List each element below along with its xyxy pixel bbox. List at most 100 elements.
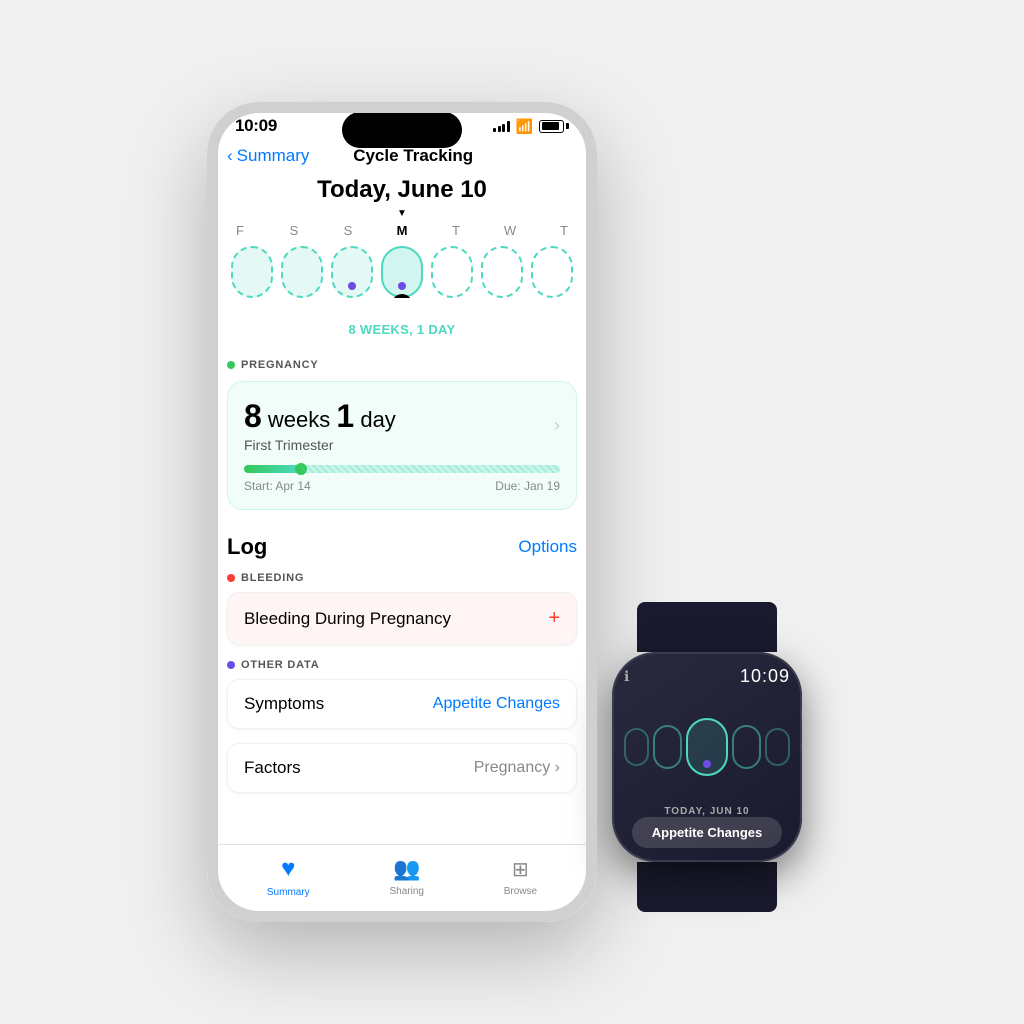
cycle-bubble-5[interactable] bbox=[481, 246, 523, 298]
watch-symptom-pill: Appetite Changes bbox=[632, 817, 781, 848]
heart-icon: ♥ bbox=[281, 855, 295, 883]
symptoms-value: Appetite Changes bbox=[433, 695, 560, 713]
battery-tip bbox=[566, 123, 569, 129]
log-header: Log Options bbox=[227, 534, 577, 560]
watch-cycle-area bbox=[624, 687, 790, 806]
pregnancy-start-date: Start: Apr 14 bbox=[244, 479, 311, 493]
iphone-inner: 10:09 📶 bbox=[207, 102, 597, 922]
watch-bubble-right2 bbox=[765, 728, 790, 766]
status-time: 10:09 bbox=[235, 116, 277, 136]
pregnancy-section: PREGNANCY 8 weeks 1 day First Trimester bbox=[207, 347, 597, 522]
watch-info-icon: ℹ bbox=[624, 668, 629, 685]
symptoms-row[interactable]: Symptoms Appetite Changes bbox=[227, 679, 577, 729]
cycle-bubble-6[interactable] bbox=[531, 246, 573, 298]
cycle-bubble-2[interactable] bbox=[331, 246, 373, 298]
battery-body bbox=[539, 120, 564, 133]
watch-crown bbox=[801, 707, 802, 735]
sharing-icon: 👥 bbox=[393, 856, 420, 882]
watch-time: 10:09 bbox=[740, 666, 790, 687]
pregnancy-progress-bar bbox=[244, 465, 560, 473]
back-button[interactable]: ‹ Summary bbox=[227, 146, 309, 166]
cycle-bubble-1[interactable] bbox=[281, 246, 323, 298]
home-indicator bbox=[207, 914, 597, 922]
nav-title: Cycle Tracking bbox=[309, 146, 517, 166]
weeks-unit: weeks bbox=[268, 407, 330, 432]
weekday-3-active: M bbox=[389, 223, 415, 238]
options-button[interactable]: Options bbox=[518, 537, 577, 557]
watch-bubble-center bbox=[686, 718, 728, 776]
symptoms-row-label: Symptoms bbox=[244, 694, 324, 714]
other-data-label-text: OTHER DATA bbox=[241, 659, 319, 671]
weekday-4: T bbox=[443, 223, 469, 238]
pregnancy-due-date: Due: Jan 19 bbox=[495, 479, 560, 493]
watch-band-bottom bbox=[637, 862, 777, 912]
back-label[interactable]: Summary bbox=[237, 146, 310, 166]
bleeding-row[interactable]: Bleeding During Pregnancy + bbox=[227, 592, 577, 645]
pregnancy-section-label: PREGNANCY bbox=[227, 359, 577, 371]
signal-bar-1 bbox=[493, 128, 496, 132]
watch-bubble-left1 bbox=[624, 728, 649, 766]
tab-sharing[interactable]: 👥 Sharing bbox=[389, 856, 423, 897]
apple-watch: ℹ 10:09 TODAY, JUN 10 Appetite Changes bbox=[597, 602, 817, 882]
weekday-2: S bbox=[335, 223, 361, 238]
weeks-number: 8 bbox=[244, 398, 262, 434]
pregnancy-header: 8 weeks 1 day First Trimester › bbox=[244, 398, 560, 453]
pregnancy-card[interactable]: 8 weeks 1 day First Trimester › bbox=[227, 381, 577, 510]
back-chevron-icon: ‹ bbox=[227, 146, 233, 166]
cycle-bubble-4[interactable] bbox=[431, 246, 473, 298]
weekday-row: F S S M T W T bbox=[227, 223, 577, 238]
tab-summary[interactable]: ♥ Summary bbox=[267, 855, 310, 898]
cycle-bubble-0[interactable] bbox=[231, 246, 273, 298]
bleeding-label-text: BLEEDING bbox=[241, 572, 304, 584]
watch-band-top bbox=[637, 602, 777, 652]
tab-summary-label: Summary bbox=[267, 887, 310, 898]
signal-bar-4 bbox=[507, 121, 510, 132]
weeks-label: 8 WEEKS, 1 DAY bbox=[348, 322, 455, 337]
other-data-label: OTHER DATA bbox=[227, 659, 577, 671]
factors-row[interactable]: Factors Pregnancy › bbox=[227, 743, 577, 793]
bleeding-row-label: Bleeding During Pregnancy bbox=[244, 609, 451, 629]
bleeding-add-icon[interactable]: + bbox=[548, 607, 560, 630]
battery-icon bbox=[539, 120, 569, 133]
cycle-dot-3 bbox=[398, 282, 406, 290]
pregnancy-chevron-icon: › bbox=[554, 415, 560, 436]
scene: 10:09 📶 bbox=[207, 102, 817, 922]
watch-bubble-dot bbox=[703, 760, 711, 768]
days-number: 1 bbox=[336, 398, 354, 434]
trimester-label: First Trimester bbox=[244, 437, 396, 453]
weekday-6: T bbox=[551, 223, 577, 238]
pregnancy-duration: 8 weeks 1 day First Trimester bbox=[244, 398, 396, 453]
pregnancy-dot-icon bbox=[227, 361, 235, 369]
signal-bar-3 bbox=[502, 124, 505, 132]
wifi-icon: 📶 bbox=[516, 118, 533, 135]
iphone-device: 10:09 📶 bbox=[207, 102, 597, 922]
factors-row-label: Factors bbox=[244, 758, 301, 778]
calendar-section: Today, June 10 ▼ F S S M T W T bbox=[207, 176, 597, 347]
status-icons: 📶 bbox=[493, 118, 569, 135]
pregnancy-dates: Start: Apr 14 Due: Jan 19 bbox=[244, 479, 560, 493]
cycle-bubble-3-active[interactable]: M bbox=[381, 246, 423, 298]
status-bar: 10:09 📶 bbox=[207, 102, 597, 140]
tab-browse[interactable]: ⊞ Browse bbox=[504, 857, 537, 897]
watch-date-label: TODAY, JUN 10 bbox=[664, 806, 749, 817]
weekday-1: S bbox=[281, 223, 307, 238]
weekday-0: F bbox=[227, 223, 253, 238]
pregnancy-weeks-text: 8 weeks 1 day bbox=[244, 398, 396, 435]
pregnancy-label-text: PREGNANCY bbox=[241, 359, 319, 371]
progress-hatched bbox=[301, 465, 560, 473]
tab-bar: ♥ Summary 👥 Sharing ⊞ Browse bbox=[207, 844, 597, 914]
today-marker: M bbox=[392, 294, 412, 298]
dynamic-island bbox=[342, 112, 462, 148]
bleeding-dot-icon bbox=[227, 574, 235, 582]
home-bar bbox=[342, 912, 462, 917]
days-unit: day bbox=[360, 407, 395, 432]
bleeding-label: BLEEDING bbox=[227, 572, 577, 584]
progress-fill bbox=[244, 465, 301, 473]
browse-icon: ⊞ bbox=[512, 857, 529, 882]
watch-screen: ℹ 10:09 TODAY, JUN 10 Appetite Changes bbox=[624, 666, 790, 848]
cycle-dot-2 bbox=[348, 282, 356, 290]
tab-sharing-label: Sharing bbox=[389, 886, 423, 897]
cycle-bubbles: M bbox=[227, 246, 577, 298]
log-title: Log bbox=[227, 534, 267, 560]
date-arrow-icon: ▼ bbox=[397, 208, 407, 219]
